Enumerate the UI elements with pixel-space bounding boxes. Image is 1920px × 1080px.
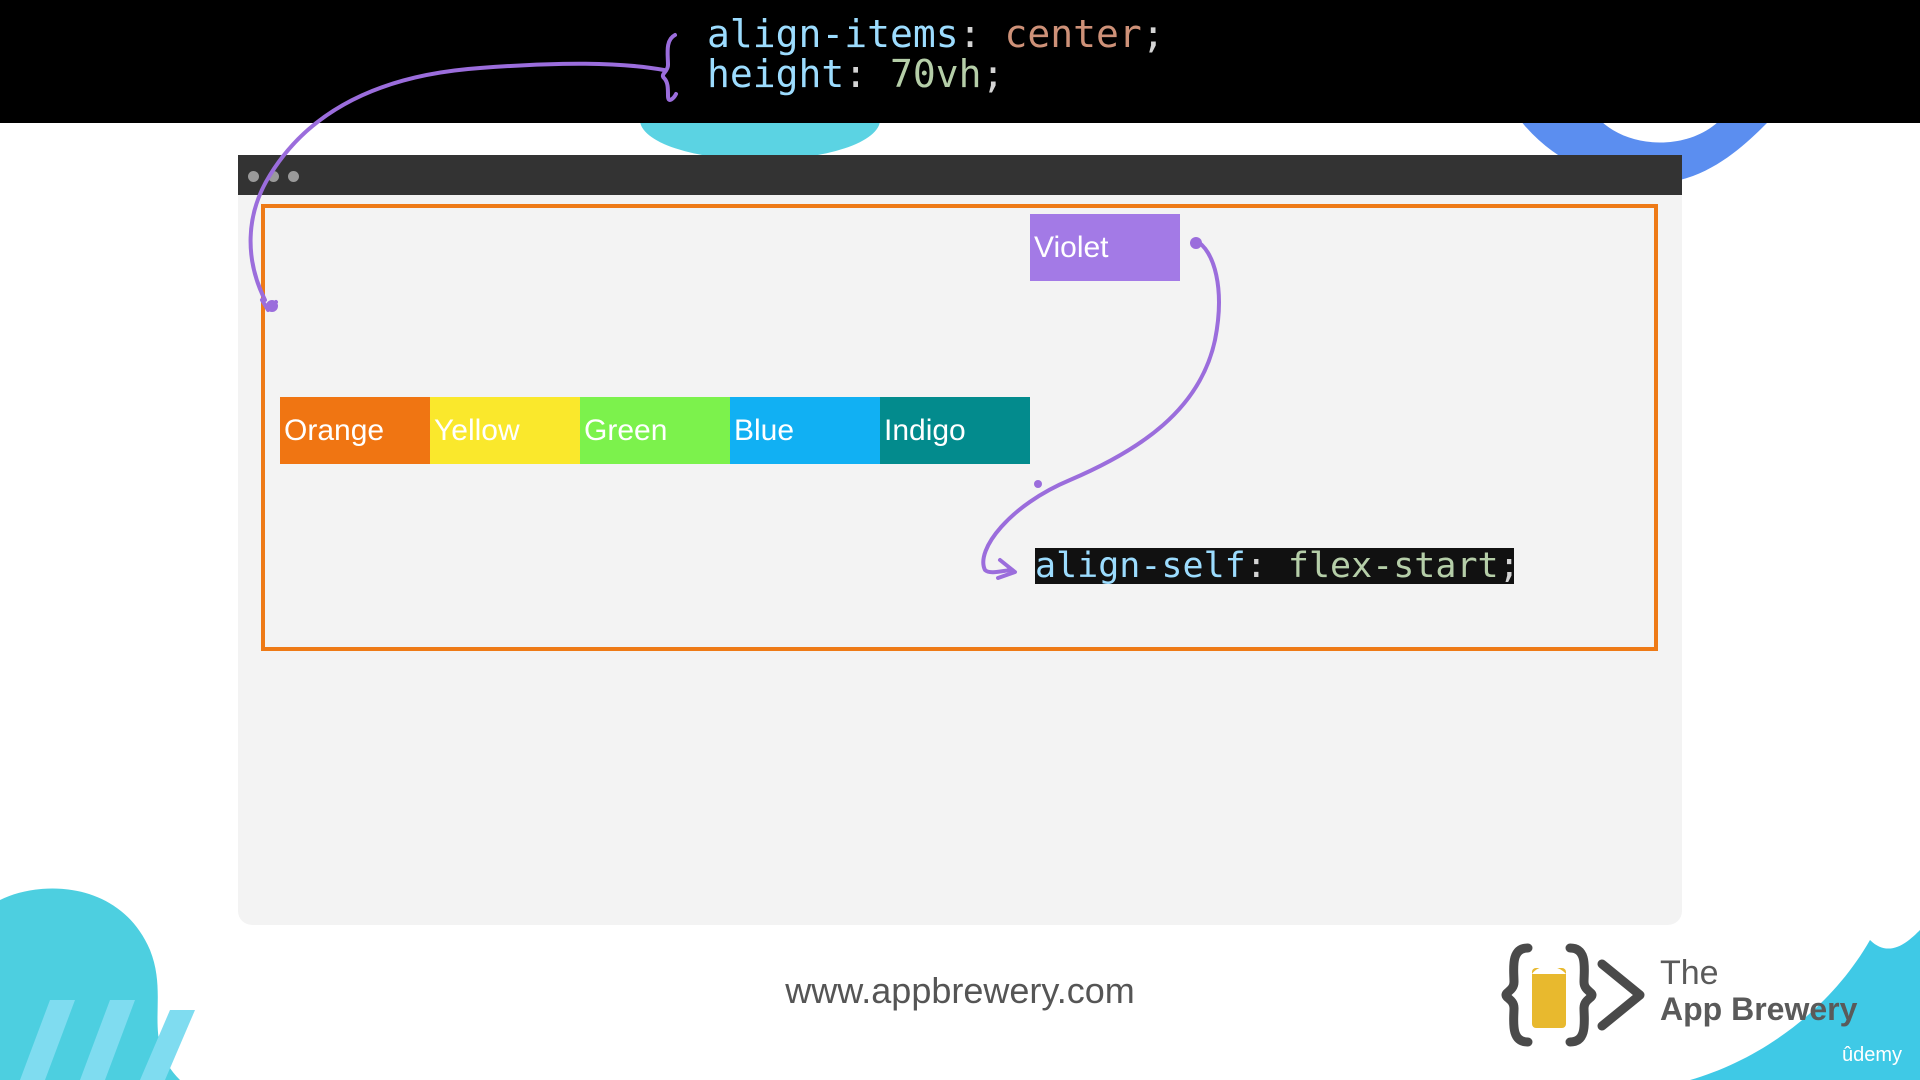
window-dot-icon [248,171,259,182]
code-banner: align-items: center; height: 70vh; [0,0,1920,123]
code-line-align-items: align-items: center; [707,12,1165,56]
flex-item-blue: Blue [730,397,880,464]
flex-item-indigo: Indigo [880,397,1030,464]
flex-item-orange: Orange [280,397,430,464]
udemy-watermark: ûdemy [1842,1044,1903,1066]
align-self-code-chip: align-self: flex-start; [1035,546,1520,586]
flex-item-green: Green [580,397,730,464]
code-line-height: height: 70vh; [707,52,1005,96]
flex-item-yellow: Yellow [430,397,580,464]
window-dot-icon [268,171,279,182]
app-brewery-logo-icon [1501,943,1645,1047]
logo-line-app-brewery: App Brewery [1660,991,1858,1027]
app-brewery-logo-text: The App Brewery [1660,955,1857,1027]
browser-title-bar [238,155,1682,195]
flex-item-violet: Violet [1030,214,1180,281]
window-dot-icon [288,171,299,182]
logo-line-the: The [1660,954,1719,992]
